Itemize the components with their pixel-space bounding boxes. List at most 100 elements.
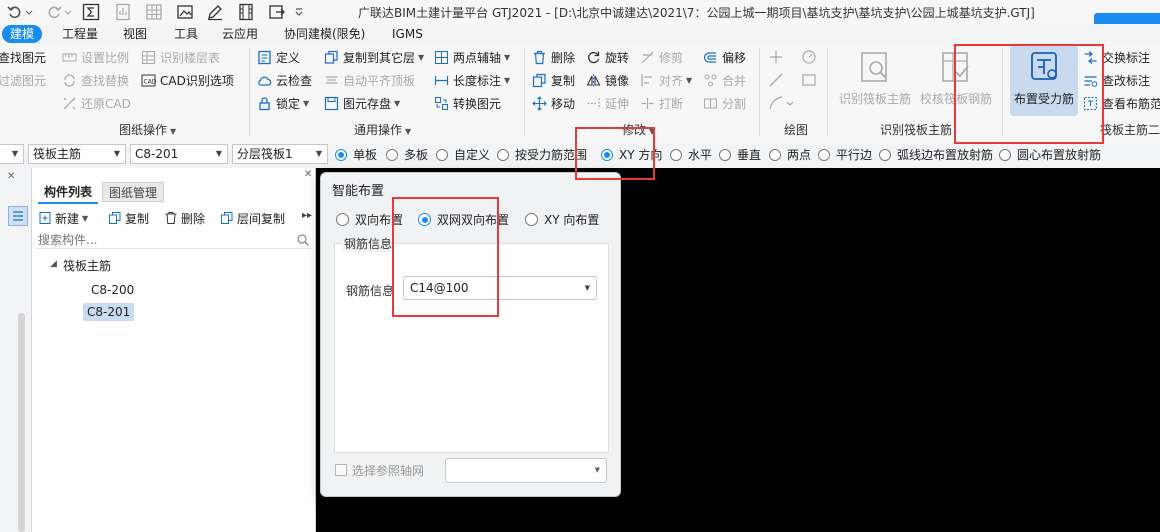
floor-copy-button[interactable]: 层间复制 [220,209,285,227]
type-select[interactable]: 筏板主筋 ▼ [28,144,126,164]
mode-double-net-bidirectional[interactable]: 双网双向布置 [418,211,509,228]
draw-line-icon[interactable] [768,72,784,88]
draw-rectangle-icon[interactable] [801,72,817,88]
floor-select[interactable]: ▼ [0,144,24,164]
modify-group-label[interactable]: 修改 ▼ [622,121,655,138]
tab-cloud[interactable]: 云应用 [222,25,258,43]
option-vertical[interactable]: 垂直 [719,146,761,163]
tab-quantity[interactable]: 工程量 [62,25,98,43]
define-button[interactable]: 定义 [257,47,300,67]
swap-label-button[interactable]: 交换标注 [1083,47,1150,67]
option-xy-direction[interactable]: XY 方向 [601,146,662,163]
mode-xy[interactable]: XY 向布置 [525,211,599,228]
tab-collab-modeling[interactable]: 协同建模(限免) [284,25,365,43]
copy-button[interactable]: 复制 [532,70,575,90]
pen-icon[interactable] [206,3,224,21]
view-rebar-range-button[interactable]: 查看布筋范 [1083,93,1160,113]
filter-element-button[interactable]: 过滤图元 [0,70,46,90]
find-element-button[interactable]: 查找图元 [0,47,46,67]
tab-tools[interactable]: 工具 [174,25,198,43]
more-icon[interactable]: ▸▸ [302,210,312,221]
find-replace-button[interactable]: 查找替换 [62,70,129,90]
draw-arc-icon[interactable] [768,95,796,111]
film-icon[interactable] [237,3,255,21]
new-component-button[interactable]: 新建 ▼ [38,209,88,227]
identify-floor-table-button[interactable]: 识别楼层表 [141,47,220,67]
close-icon[interactable]: ✕ [7,171,15,182]
rebar-info-select[interactable]: C14@100 ▼ [403,276,597,300]
move-button[interactable]: 移动 [532,93,575,113]
option-center-radial[interactable]: 圆心布置放射筋 [999,146,1101,163]
convert-element-button[interactable]: 转换图元 [434,93,501,113]
axis-checkbox[interactable] [335,464,347,476]
trim-button[interactable]: 修剪 [640,47,683,67]
mirror-button[interactable]: 镜像 [586,70,629,90]
image-icon[interactable] [176,3,194,21]
two-point-axis-button[interactable]: 两点辅轴 ▼ [434,47,510,67]
option-arc-radial[interactable]: 弧线边布置放射筋 [879,146,993,163]
tab-modeling[interactable]: 建模 [2,25,43,43]
option-custom[interactable]: 自定义 [436,146,490,163]
redo-icon[interactable] [45,3,63,21]
tab-igms[interactable]: IGMS [392,25,423,43]
redo-dropdown-icon[interactable] [63,3,73,21]
check-raft-rebar-button[interactable]: 校核筏板钢筋 [918,46,994,116]
option-single-slab[interactable]: 单板 [335,146,377,163]
tab-view[interactable]: 视图 [123,25,147,43]
customize-quick-access-icon[interactable] [294,3,304,21]
place-rebar-button[interactable]: 布置受力筋 [1010,46,1078,116]
delete-component-button[interactable]: 删除 [164,209,205,227]
list-view-icon[interactable] [8,206,28,226]
identify-raft-rebar-button[interactable]: 识别筏板主筋 [838,46,912,116]
copy-to-floor-button[interactable]: 复制到其它层 ▼ [324,47,424,67]
tree-item-c8-200[interactable]: C8-200 [87,281,138,299]
search-input[interactable] [36,231,312,249]
new-label: 新建 [55,211,80,226]
set-scale-button[interactable]: 设置比例 [62,47,129,67]
copy-component-button[interactable]: 复制 [108,209,149,227]
element-save-button[interactable]: 图元存盘 ▼ [324,93,400,113]
tab-component-list[interactable]: 构件列表 [38,182,99,204]
search-icon[interactable] [296,233,310,247]
cad-options-button[interactable]: CAD CAD识别选项 [141,70,234,90]
table-icon[interactable] [145,3,163,21]
sum-icon[interactable] [82,3,100,21]
offset-button[interactable]: 偏移 [703,47,746,67]
scrollbar[interactable] [18,313,25,532]
tree-item-c8-201[interactable]: C8-201 [83,303,135,321]
extend-button[interactable]: 延伸 [586,93,629,113]
axis-select[interactable]: ▼ [445,458,607,483]
tree-group[interactable]: 筏板主筋 [63,257,111,274]
expand-arrow-icon[interactable]: ◢ [50,259,57,269]
option-by-rebar-range[interactable]: 按受力筋范围 [497,146,587,163]
option-multi-slab[interactable]: 多板 [386,146,428,163]
auto-flat-slab-button[interactable]: 自动平齐顶板 [324,70,415,90]
mode-bidirectional[interactable]: 双向布置 [336,211,403,228]
draw-circle-icon[interactable] [801,49,817,65]
rotate-button[interactable]: 旋转 [586,47,629,67]
option-parallel-edge[interactable]: 平行边 [818,146,872,163]
align-button[interactable]: 对齐 ▼ [640,70,692,90]
cloud-check-button[interactable]: 云检查 [257,70,312,90]
report-icon[interactable] [114,3,132,21]
layer-select[interactable]: 分层筏板1 ▼ [232,144,328,164]
export-icon[interactable] [268,3,286,21]
option-horizontal[interactable]: 水平 [670,146,712,163]
delete-button[interactable]: 删除 [532,47,575,67]
general-ops-group-label[interactable]: 通用操作 ▼ [354,121,411,138]
drawing-ops-group-label[interactable]: 图纸操作 ▼ [119,121,176,138]
lock-button[interactable]: 锁定 ▼ [257,93,309,113]
close-icon[interactable]: ✕ [304,169,312,180]
undo-icon[interactable] [6,3,24,21]
check-modify-label-button[interactable]: 查改标注 [1083,70,1150,90]
break-button[interactable]: 打断 [640,93,683,113]
option-two-points[interactable]: 两点 [769,146,811,163]
split-button[interactable]: 分割 [703,93,746,113]
draw-point-icon[interactable] [768,49,784,65]
restore-cad-button[interactable]: 还原CAD [62,93,131,113]
name-select[interactable]: C8-201 ▼ [130,144,228,164]
merge-button[interactable]: 合并 [703,70,746,90]
undo-dropdown-icon[interactable] [24,3,34,21]
tab-drawing-manager[interactable]: 图纸管理 [102,182,165,202]
length-label-button[interactable]: 长度标注 ▼ [434,70,510,90]
